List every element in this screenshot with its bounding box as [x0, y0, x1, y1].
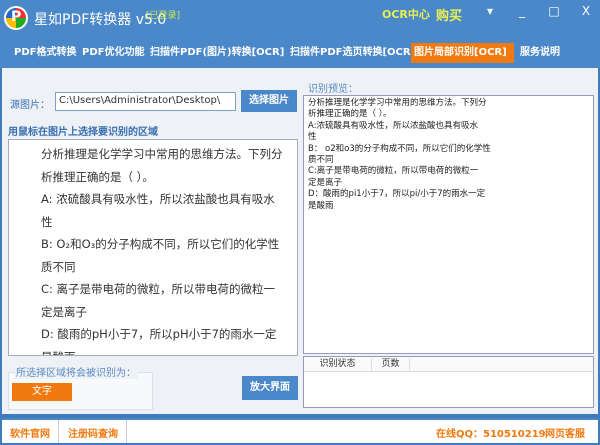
reg-query-link[interactable]: 注册码查询 [68, 425, 118, 440]
app-logo-icon: P [4, 6, 28, 30]
tab-image-partial-ocr[interactable]: 图片局部识别[OCR] [411, 43, 514, 63]
tab-scan-convert[interactable]: 扫描件PDF(图片)转换[OCR] [147, 43, 287, 63]
title-bar: P 星如PDF转换器 v5.0 [已登录] OCR中心 购买 ▾ _ □ X [0, 0, 600, 38]
image-selection-area[interactable]: 分析推理是化学学习中常用的思维方法。下列分 析推理正确的是（ ）。 A: 浓硫酸… [8, 139, 298, 356]
instruction-text: 用鼠标在图片上选择要识别的区域 [8, 127, 158, 138]
divider [126, 420, 127, 443]
buy-link[interactable]: 购买 [436, 5, 462, 24]
preview-label: 识别预览： [308, 84, 358, 95]
web-service-link[interactable]: 网页客服 [545, 425, 585, 440]
login-status: [已登录] [146, 11, 181, 21]
status-table: 识别状态 页数 [303, 356, 594, 408]
image-line: A: 浓硫酸具有吸水性，所以浓盐酸也具有吸水 [41, 192, 275, 206]
header-pages[interactable]: 页数 [372, 358, 410, 371]
minimize-button[interactable]: _ [512, 4, 532, 18]
image-line: 性 [41, 214, 53, 229]
image-line: 是酸雨 [41, 346, 287, 356]
footer: 软件官网 注册码查询 在线QQ：510510219 网页客服 [2, 418, 598, 443]
source-label: 源图片： [10, 100, 50, 111]
image-line: 定是离子 [41, 304, 87, 319]
maximize-button[interactable]: □ [544, 4, 564, 18]
recognize-as-label: 所选择区域将会被识别为： [14, 364, 138, 379]
tab-service-info[interactable]: 服务说明 [517, 43, 563, 63]
image-line: 析推理正确的是（ ）。 [41, 169, 154, 184]
qq-link[interactable]: 在线QQ：510510219 [436, 425, 546, 440]
image-line: D: 酸雨的pH小于7，所以pH小于7的雨水一定 [41, 327, 277, 341]
preview-textarea[interactable]: 分析推理是化学学习中常用的思维方法。下列分 析推理正确的是（ ）。 A:浓硫酸具… [303, 95, 594, 354]
header-status[interactable]: 识别状态 [304, 358, 372, 371]
text-mode-button[interactable]: 文字 [12, 383, 72, 401]
image-line: 质不同 [41, 259, 76, 274]
choose-image-button[interactable]: 选择图片 [241, 90, 297, 112]
image-line: 分析推理是化学学习中常用的思维方法。下列分 [41, 147, 283, 161]
tab-pdf-optimize[interactable]: PDF优化功能 [79, 43, 147, 63]
tab-pdf-format[interactable]: PDF格式转换 [11, 43, 79, 63]
tab-scan-select-pages[interactable]: 扫描件PDF选页转换[OCR] [287, 43, 418, 63]
website-link[interactable]: 软件官网 [10, 425, 50, 440]
image-line: C: 离子是带电荷的微粒，所以带电荷的微粒一 [41, 282, 276, 296]
ocr-center-link[interactable]: OCR中心 [382, 6, 430, 22]
menu-icon[interactable]: ▾ [480, 4, 500, 18]
source-path-input[interactable]: C:\Users\Administrator\Desktop\ [55, 92, 236, 111]
divider [58, 420, 59, 443]
table-header: 识别状态 页数 [304, 357, 593, 372]
enlarge-button[interactable]: 放大界面 [242, 376, 298, 400]
close-button[interactable]: X [576, 4, 596, 18]
image-line: B: O₂和O₃的分子构成不同，所以它们的化学性 [41, 237, 280, 251]
tab-bar: PDF格式转换 PDF优化功能 扫描件PDF(图片)转换[OCR] 扫描件PDF… [0, 38, 600, 68]
